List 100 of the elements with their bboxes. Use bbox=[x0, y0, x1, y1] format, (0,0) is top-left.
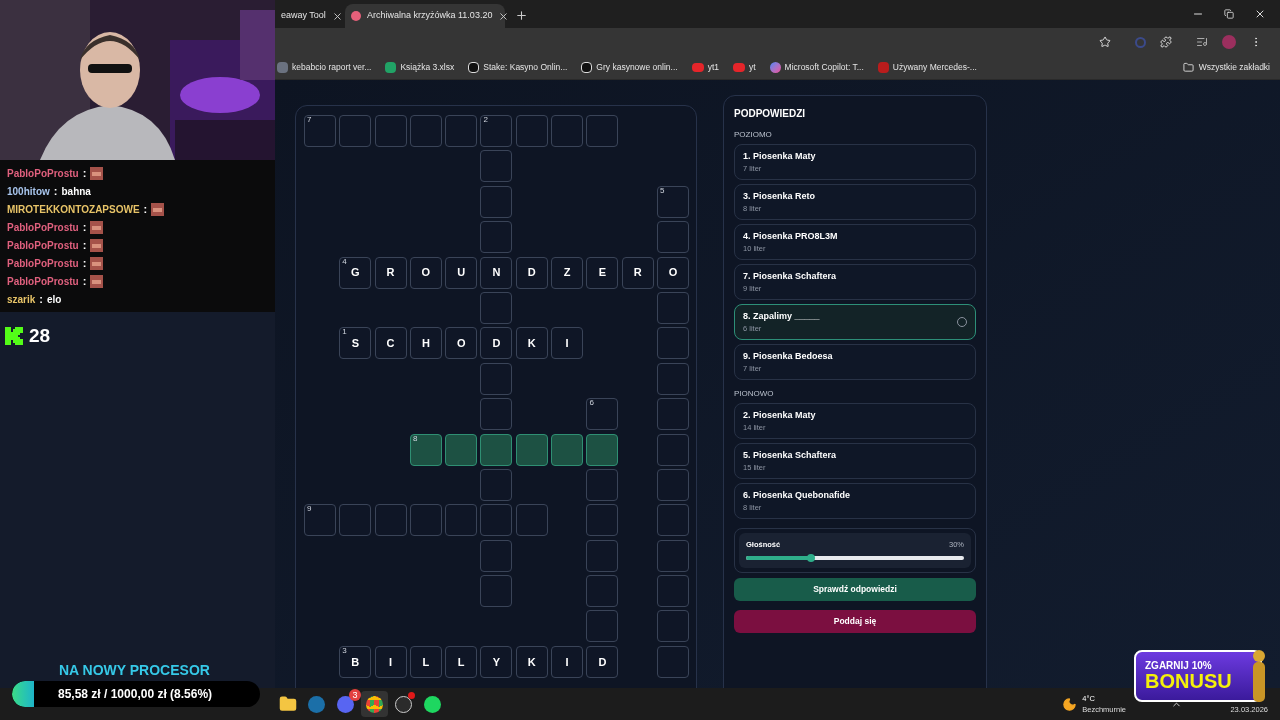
crossword-cell[interactable] bbox=[409, 504, 442, 537]
browser-tab[interactable]: Archiwalna krzyżówka 11.03.20 bbox=[345, 4, 505, 28]
crossword-cell[interactable] bbox=[409, 115, 442, 147]
folder-icon[interactable] bbox=[278, 695, 297, 713]
slider-thumb[interactable] bbox=[807, 554, 816, 563]
crossword-cell[interactable] bbox=[339, 504, 372, 537]
crossword-cell[interactable] bbox=[656, 468, 689, 501]
crossword-cell[interactable] bbox=[656, 610, 689, 643]
crossword-cell[interactable] bbox=[480, 504, 513, 537]
crossword-cell[interactable] bbox=[656, 575, 689, 608]
give-up-button[interactable]: Poddaj się bbox=[734, 610, 976, 634]
crossword-cell[interactable] bbox=[339, 115, 372, 147]
crossword-cell[interactable]: D bbox=[515, 256, 548, 289]
crossword-cell[interactable]: R bbox=[374, 256, 407, 289]
crossword-cell[interactable] bbox=[445, 115, 478, 147]
crossword-cell[interactable]: 9 bbox=[304, 504, 336, 537]
crossword-cell[interactable] bbox=[586, 468, 619, 501]
bookmark[interactable]: kebabcio raport ver... bbox=[277, 61, 372, 74]
crossword-cell[interactable] bbox=[374, 115, 407, 147]
crossword-cell[interactable]: O bbox=[445, 327, 478, 360]
crossword-cell[interactable]: I bbox=[551, 327, 584, 360]
extensions-icon[interactable] bbox=[1160, 36, 1172, 48]
restore-icon[interactable] bbox=[1224, 9, 1234, 19]
crossword-cell[interactable] bbox=[656, 291, 689, 324]
crossword-cell[interactable] bbox=[480, 539, 513, 572]
crossword-cell[interactable] bbox=[480, 468, 513, 501]
crossword-cell[interactable] bbox=[480, 433, 513, 466]
new-tab-icon[interactable] bbox=[515, 9, 528, 22]
crossword-cell[interactable] bbox=[656, 645, 689, 678]
crossword-cell[interactable]: O bbox=[656, 256, 689, 289]
crossword-cell[interactable]: N bbox=[480, 256, 513, 289]
crossword-cell[interactable]: U bbox=[445, 256, 478, 289]
steam-icon[interactable] bbox=[308, 695, 325, 713]
crossword-cell[interactable]: D bbox=[480, 327, 513, 360]
check-answers-button[interactable]: Sprawdź odpowiedzi bbox=[734, 578, 976, 602]
crossword-cell[interactable]: C bbox=[374, 327, 407, 360]
bookmark[interactable]: yt bbox=[732, 61, 756, 74]
chrome-icon[interactable] bbox=[366, 695, 383, 713]
crossword-cell[interactable] bbox=[586, 539, 619, 572]
extension-icon[interactable] bbox=[1135, 36, 1146, 48]
promo-banner[interactable]: ZGARNIJ 10% BONUSU bbox=[1134, 650, 1262, 702]
discord-icon[interactable] bbox=[337, 695, 354, 713]
bookmark[interactable]: Książka 3.xlsx bbox=[385, 61, 455, 74]
crossword-cell[interactable] bbox=[656, 362, 689, 395]
crossword-cell[interactable]: H bbox=[409, 327, 442, 360]
crossword-cell[interactable] bbox=[656, 539, 689, 572]
avatar[interactable] bbox=[1222, 35, 1236, 49]
crossword-cell[interactable] bbox=[374, 504, 407, 537]
crossword-cell[interactable] bbox=[656, 327, 689, 360]
crossword-cell[interactable]: 7 bbox=[304, 115, 336, 147]
crossword-cell[interactable]: D bbox=[586, 645, 619, 678]
crossword-cell[interactable]: Z bbox=[551, 256, 584, 289]
crossword-cell[interactable] bbox=[551, 433, 584, 466]
crossword-cell[interactable]: E bbox=[586, 256, 619, 289]
media-icon[interactable] bbox=[1196, 36, 1208, 48]
all-bookmarks[interactable]: Wszystkie zakładki bbox=[1182, 61, 1270, 74]
close-icon[interactable] bbox=[498, 10, 510, 22]
crossword-cell[interactable] bbox=[586, 433, 619, 466]
spotify-icon[interactable] bbox=[424, 695, 441, 713]
crossword-cell[interactable]: 1 S bbox=[339, 327, 372, 360]
crossword-cell[interactable]: 5 bbox=[656, 185, 689, 218]
crossword-cell[interactable] bbox=[586, 504, 619, 537]
crossword-cell[interactable] bbox=[480, 221, 513, 254]
crossword-cell[interactable] bbox=[656, 433, 689, 466]
close-icon[interactable] bbox=[331, 10, 343, 22]
close-icon[interactable] bbox=[1254, 8, 1266, 20]
crossword-cell[interactable] bbox=[515, 433, 548, 466]
crossword-cell[interactable]: 3 B bbox=[339, 645, 372, 678]
crossword-cell[interactable] bbox=[480, 575, 513, 608]
crossword-cell[interactable]: I bbox=[551, 645, 584, 678]
crossword-cell[interactable] bbox=[480, 398, 513, 431]
crossword-cell[interactable]: O bbox=[409, 256, 442, 289]
crossword-cell[interactable]: R bbox=[621, 256, 654, 289]
crossword-cell[interactable]: K bbox=[515, 645, 548, 678]
obs-icon[interactable] bbox=[395, 695, 412, 713]
crossword-cell[interactable] bbox=[586, 610, 619, 643]
crossword-cell[interactable] bbox=[586, 575, 619, 608]
crossword-cell[interactable] bbox=[480, 362, 513, 395]
crossword-cell[interactable] bbox=[445, 504, 478, 537]
crossword-cell[interactable] bbox=[656, 398, 689, 431]
crossword-cell[interactable] bbox=[656, 221, 689, 254]
crossword-cell[interactable]: Y bbox=[480, 645, 513, 678]
crossword-cell[interactable]: I bbox=[374, 645, 407, 678]
bookmark[interactable]: Microsoft Copilot: T... bbox=[769, 61, 864, 74]
crossword-cell[interactable]: L bbox=[409, 645, 442, 678]
crossword-cell[interactable] bbox=[515, 115, 548, 147]
crossword-cell[interactable] bbox=[445, 433, 478, 466]
crossword-cell[interactable] bbox=[480, 291, 513, 324]
crossword-cell[interactable] bbox=[586, 115, 619, 147]
crossword-cell[interactable]: 6 bbox=[586, 398, 619, 431]
crossword-cell[interactable]: K bbox=[515, 327, 548, 360]
crossword-cell[interactable] bbox=[480, 150, 513, 183]
bookmark[interactable]: Gry kasynowe onlin... bbox=[581, 61, 678, 74]
browser-tab[interactable]: eaway Tool bbox=[275, 4, 345, 28]
crossword-cell[interactable] bbox=[515, 504, 548, 537]
crossword-cell[interactable]: 8 bbox=[409, 433, 442, 466]
bookmark-star-icon[interactable] bbox=[1099, 36, 1111, 48]
crossword-cell[interactable] bbox=[551, 115, 584, 147]
crossword-cell[interactable]: 4 G bbox=[339, 256, 372, 289]
crossword-cell[interactable]: L bbox=[445, 645, 478, 678]
